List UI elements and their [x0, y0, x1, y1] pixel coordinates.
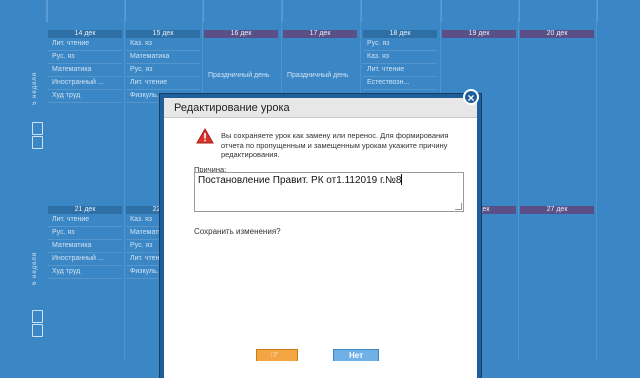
day-header: 21 дек	[48, 206, 122, 214]
week-label: 6 неделя	[32, 252, 38, 285]
week-side-panel: 5 неделя	[30, 72, 44, 152]
reason-value: Постановление Правит. РК от1.112019 г.№8	[198, 175, 402, 186]
text-cursor	[401, 174, 403, 185]
close-icon[interactable]: ×	[463, 89, 479, 105]
day-header: 15 дек	[126, 30, 200, 38]
day-column[interactable]: 15 дек Каз. яз Математика Рус. яз Лит. ч…	[126, 30, 200, 103]
week-side-panel: 6 неделя	[30, 252, 44, 342]
lesson-item[interactable]: Рус. яз	[126, 64, 200, 77]
column-divider	[124, 0, 125, 360]
lesson-item[interactable]: Худ труд	[48, 90, 122, 103]
hand-cursor-icon: ☞	[270, 350, 279, 361]
week-label: 5 неделя	[32, 72, 38, 105]
day-column[interactable]: 20 дек	[520, 30, 594, 38]
day-column[interactable]: 17 дек Праздничный день	[283, 30, 357, 79]
day-column[interactable]: 18 дек Рус. яз Каз. яз Лит. чтение Естес…	[363, 30, 437, 90]
divider	[46, 0, 48, 22]
day-header: 17 дек	[283, 30, 357, 38]
lesson-item[interactable]: Рус. яз	[48, 51, 122, 64]
lesson-item[interactable]: Лит. чтение	[126, 77, 200, 90]
holiday-label: Праздничный день	[208, 72, 270, 79]
lesson-item[interactable]: Иностранный ...	[48, 253, 122, 266]
day-header: 20 дек	[520, 30, 594, 38]
resize-grip-icon[interactable]	[455, 203, 462, 210]
lesson-item[interactable]: Рус. яз	[363, 38, 437, 51]
lesson-item[interactable]: Лит. чтение	[48, 214, 122, 227]
no-button[interactable]: Нет	[333, 349, 379, 361]
calendar-top-bar	[0, 0, 640, 22]
lesson-item[interactable]: Лит. чтение	[48, 38, 122, 51]
column-divider	[518, 0, 519, 360]
reason-textarea[interactable]: Постановление Правит. РК от1.112019 г.№8	[194, 172, 464, 212]
warning-message: Вы сохраняете урок как замену или перено…	[221, 131, 449, 159]
day-column[interactable]: 14 дек Лит. чтение Рус. яз Математика Ин…	[48, 30, 122, 103]
day-header: 18 дек	[363, 30, 437, 38]
lesson-item[interactable]: Каз. яз	[126, 38, 200, 51]
lesson-item[interactable]: Математика	[48, 64, 122, 77]
day-header: 19 дек	[442, 30, 516, 38]
lesson-item[interactable]: Лит. чтение	[363, 64, 437, 77]
lesson-item[interactable]: Рус. яз	[48, 227, 122, 240]
lesson-item[interactable]: Худ труд	[48, 266, 122, 279]
column-divider	[596, 0, 597, 360]
lesson-item[interactable]: Каз. яз	[363, 51, 437, 64]
day-column[interactable]: 21 дек Лит. чтение Рус. яз Математика Ин…	[48, 206, 122, 279]
lesson-item[interactable]: Естествозн...	[363, 77, 437, 90]
day-header: 16 дек	[204, 30, 278, 38]
lesson-item[interactable]: Иностранный ...	[48, 77, 122, 90]
save-question: Сохранить изменения?	[194, 227, 281, 236]
day-column[interactable]: 19 дек	[442, 30, 516, 38]
day-column[interactable]: 16 дек Праздничный день	[204, 30, 278, 79]
lesson-item[interactable]: Математика	[48, 240, 122, 253]
document-icon[interactable]	[32, 324, 43, 337]
dialog-title: Редактирование урока	[164, 98, 477, 118]
document-icon[interactable]	[32, 136, 43, 149]
lesson-item[interactable]: Математика	[126, 51, 200, 64]
day-header: 27 дек	[520, 206, 594, 214]
document-icon[interactable]	[32, 122, 43, 135]
warning-icon	[196, 128, 214, 144]
holiday-label: Праздничный день	[287, 72, 349, 79]
day-column[interactable]: 27 дек	[520, 206, 594, 214]
day-header: 14 дек	[48, 30, 122, 38]
document-icon[interactable]	[32, 310, 43, 323]
